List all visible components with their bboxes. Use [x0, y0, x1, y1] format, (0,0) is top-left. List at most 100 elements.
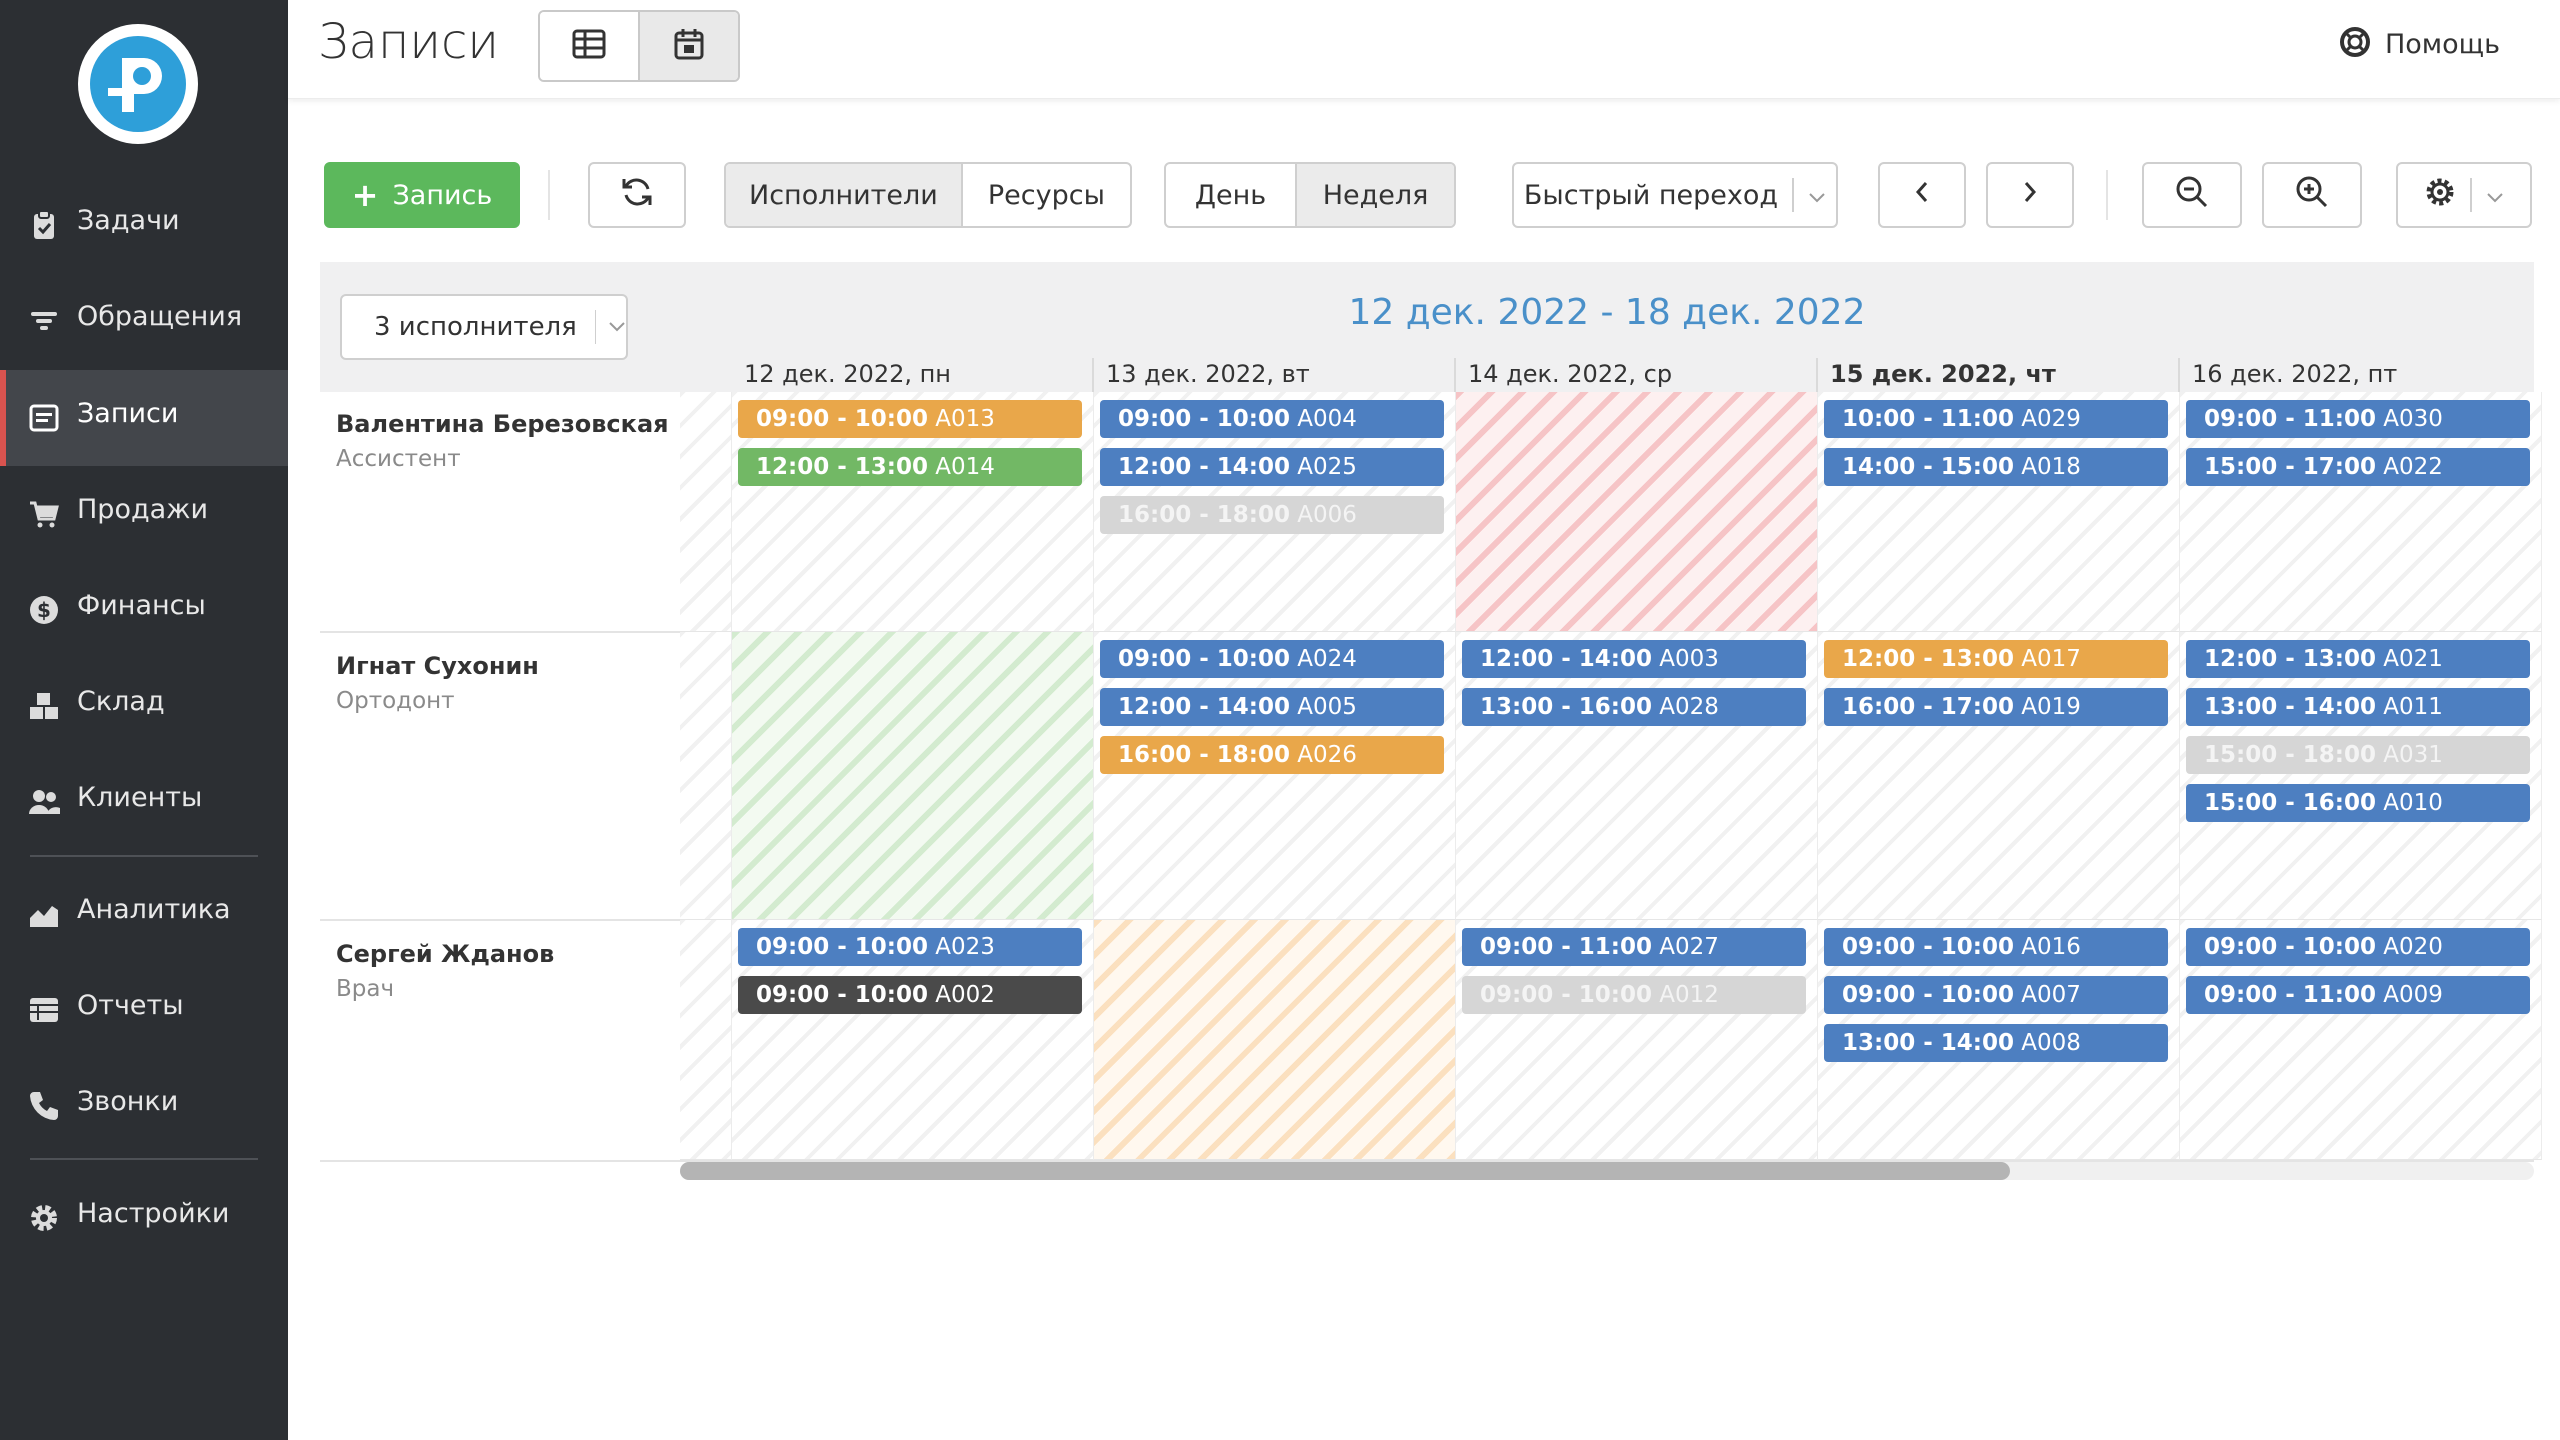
- appointment-block[interactable]: 16:00 - 18:00 A026: [1100, 736, 1444, 774]
- prev-week-button[interactable]: [1878, 162, 1966, 228]
- appointment-block[interactable]: 09:00 - 10:00 A023: [738, 928, 1082, 966]
- appointment-block[interactable]: 12:00 - 13:00 A017: [1824, 640, 2168, 678]
- appointment-block[interactable]: 10:00 - 11:00 A029: [1824, 400, 2168, 438]
- chevron-down-icon: [2486, 180, 2504, 211]
- appointment-block[interactable]: 09:00 - 10:00 A002: [738, 976, 1082, 1014]
- appointment-time: 12:00 - 14:00: [1118, 454, 1290, 480]
- appointment-block[interactable]: 12:00 - 14:00 A005: [1100, 688, 1444, 726]
- appointment-code: A009: [2375, 982, 2443, 1008]
- appointment-block[interactable]: 13:00 - 14:00 A008: [1824, 1024, 2168, 1062]
- appointment-block[interactable]: 14:00 - 15:00 A018: [1824, 448, 2168, 486]
- sidebar-item-warehouse[interactable]: Склад: [0, 658, 288, 754]
- appointment-block[interactable]: 09:00 - 11:00 A009: [2186, 976, 2530, 1014]
- appointment-code: A011: [2375, 694, 2443, 720]
- performer-filter-dropdown[interactable]: 3 исполнителя: [340, 294, 628, 360]
- appointment-block[interactable]: 09:00 - 11:00 A027: [1462, 928, 1806, 966]
- calendar-list-icon: [28, 402, 60, 434]
- horizontal-scrollbar[interactable]: [680, 1162, 2534, 1180]
- calendar-view-button[interactable]: [638, 12, 738, 80]
- toolbar-divider: [2106, 170, 2108, 220]
- toolbar-divider: [548, 170, 550, 220]
- appointment-block[interactable]: 12:00 - 14:00 A003: [1462, 640, 1806, 678]
- chart-area-icon: [28, 898, 60, 930]
- appointment-code: A014: [927, 454, 995, 480]
- zoom-out-icon: [2175, 175, 2209, 216]
- gear-icon: [2424, 176, 2456, 215]
- appointment-block[interactable]: 09:00 - 10:00 A012: [1462, 976, 1806, 1014]
- appointment-code: A020: [2375, 934, 2443, 960]
- appointment-block[interactable]: 13:00 - 16:00 A028: [1462, 688, 1806, 726]
- day-header-mon: 12 дек. 2022, пн: [744, 360, 951, 388]
- appointment-code: A030: [2375, 406, 2443, 432]
- zoom-in-button[interactable]: [2262, 162, 2362, 228]
- help-link[interactable]: Помощь: [2339, 26, 2500, 62]
- sidebar-item-reports[interactable]: Отчеты: [0, 962, 288, 1058]
- appointment-block[interactable]: 09:00 - 10:00 A016: [1824, 928, 2168, 966]
- quick-jump-dropdown[interactable]: Быстрый переход: [1512, 162, 1838, 228]
- performer-row-label[interactable]: Сергей Жданов Врач: [320, 920, 680, 1162]
- appointment-time: 12:00 - 14:00: [1118, 694, 1290, 720]
- appointment-block[interactable]: 09:00 - 10:00 A013: [738, 400, 1082, 438]
- add-appointment-button[interactable]: + Запись: [324, 162, 520, 228]
- appointment-block[interactable]: 12:00 - 14:00 A025: [1100, 448, 1444, 486]
- day-header-fri: 16 дек. 2022, пт: [2192, 360, 2398, 388]
- chevron-down-icon: [1808, 180, 1826, 211]
- appointment-block[interactable]: 09:00 - 10:00 A004: [1100, 400, 1444, 438]
- table-icon: [28, 994, 60, 1026]
- dropdown-divider: [594, 310, 596, 344]
- calendar-cell-tue[interactable]: [1094, 920, 1456, 1160]
- performer-name: Сергей Жданов: [336, 940, 555, 968]
- calendar-cell-mon[interactable]: [732, 632, 1094, 920]
- sidebar-item-finance[interactable]: $ Финансы: [0, 562, 288, 658]
- calendar-cell-wed[interactable]: [1456, 392, 1818, 632]
- sidebar-item-sales[interactable]: Продажи: [0, 466, 288, 562]
- appointment-block[interactable]: 09:00 - 10:00 A007: [1824, 976, 2168, 1014]
- appointment-block[interactable]: 09:00 - 10:00 A024: [1100, 640, 1444, 678]
- table-view-button[interactable]: [540, 12, 638, 80]
- appointment-time: 15:00 - 17:00: [2204, 454, 2376, 480]
- performer-role: Ассистент: [336, 446, 461, 472]
- appointment-block[interactable]: 15:00 - 18:00 A031: [2186, 736, 2530, 774]
- appointment-code: A018: [2013, 454, 2081, 480]
- sidebar-item-analytics[interactable]: Аналитика: [0, 866, 288, 962]
- calendar-header: 12 дек. 2022 - 18 дек. 2022 12 дек. 2022…: [680, 262, 2534, 392]
- appointment-block[interactable]: 16:00 - 18:00 A006: [1100, 496, 1444, 534]
- appointment-block[interactable]: 13:00 - 14:00 A011: [2186, 688, 2530, 726]
- appointment-block[interactable]: 15:00 - 17:00 A022: [2186, 448, 2530, 486]
- sidebar-item-label: Отчеты: [77, 990, 184, 1021]
- view-switch: [538, 10, 740, 82]
- zoom-out-button[interactable]: [2142, 162, 2242, 228]
- sidebar-item-clients[interactable]: Клиенты: [0, 754, 288, 850]
- appointment-block[interactable]: 16:00 - 17:00 A019: [1824, 688, 2168, 726]
- calendar-gutter-cell: [680, 392, 732, 632]
- sidebar-item-settings[interactable]: Настройки: [0, 1170, 288, 1266]
- appointment-block[interactable]: 12:00 - 13:00 A021: [2186, 640, 2530, 678]
- appointment-block[interactable]: 09:00 - 10:00 A020: [2186, 928, 2530, 966]
- appointment-block[interactable]: 12:00 - 13:00 A014: [738, 448, 1082, 486]
- sidebar-item-appointments[interactable]: Записи: [0, 370, 288, 466]
- sidebar-item-requests[interactable]: Обращения: [0, 273, 288, 369]
- appointment-time: 10:00 - 11:00: [1842, 406, 2014, 432]
- appointment-block[interactable]: 15:00 - 16:00 A010: [2186, 784, 2530, 822]
- appointment-code: A006: [1289, 502, 1357, 528]
- settings-dropdown[interactable]: [2396, 162, 2532, 228]
- next-week-button[interactable]: [1986, 162, 2074, 228]
- appointment-code: A016: [2013, 934, 2081, 960]
- performer-name: Валентина Березовская: [336, 410, 669, 438]
- scrollbar-thumb[interactable]: [680, 1162, 2010, 1180]
- sidebar-divider: [30, 1158, 258, 1160]
- range-week-button[interactable]: Неделя: [1295, 164, 1454, 226]
- appointment-block[interactable]: 09:00 - 11:00 A030: [2186, 400, 2530, 438]
- performer-row-label[interactable]: Валентина Березовская Ассистент: [320, 392, 680, 632]
- mode-performers-button[interactable]: Исполнители: [726, 164, 961, 226]
- sidebar-item-tasks[interactable]: Задачи: [0, 177, 288, 273]
- refresh-button[interactable]: [588, 162, 686, 228]
- range-day-button[interactable]: День: [1166, 164, 1295, 226]
- performer-row-label[interactable]: Игнат Сухонин Ортодонт: [320, 632, 680, 920]
- appointment-code: A022: [2375, 454, 2443, 480]
- sidebar-item-calls[interactable]: Звонки: [0, 1058, 288, 1154]
- mode-resources-button[interactable]: Ресурсы: [960, 164, 1130, 226]
- appointment-time: 09:00 - 10:00: [756, 982, 928, 1008]
- app-logo[interactable]: [78, 24, 198, 144]
- appointment-time: 16:00 - 17:00: [1842, 694, 2014, 720]
